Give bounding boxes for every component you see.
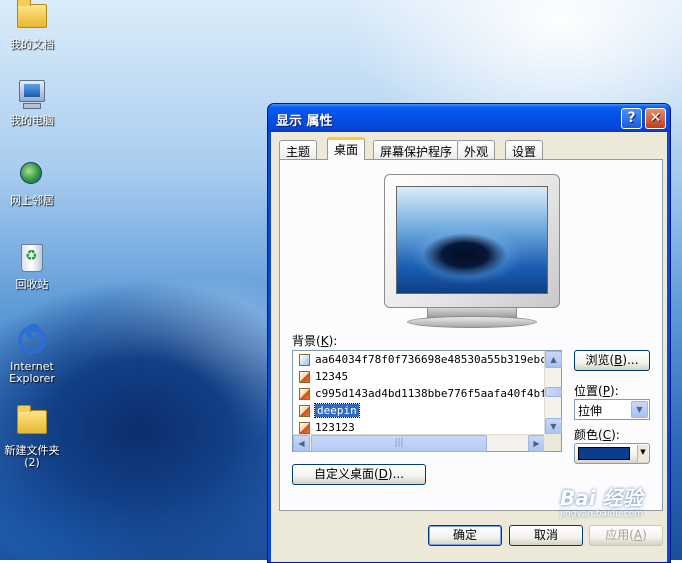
- scroll-up-icon[interactable]: ▲: [545, 351, 562, 368]
- display-properties-dialog: 显示 属性 ? ✕ 主题 桌面 屏幕保护程序 外观 设置 背景(K): aa64…: [267, 103, 671, 563]
- wallpaper-preview: [396, 186, 548, 294]
- network-places-icon: [16, 160, 48, 192]
- desktop-icon-new-folder[interactable]: 新建文件夹 (2): [0, 405, 64, 469]
- color-swatch: [578, 447, 630, 460]
- background-label: 背景(K):: [292, 334, 338, 348]
- apply-button[interactable]: 应用(A): [589, 525, 663, 546]
- ok-button[interactable]: 确定: [428, 525, 502, 546]
- position-select[interactable]: 拉伸 ▼: [574, 399, 650, 420]
- close-button[interactable]: ✕: [645, 108, 666, 129]
- desktop-icon-label: 网上邻居: [10, 194, 54, 207]
- color-picker-button[interactable]: ▼: [574, 443, 650, 464]
- browse-button[interactable]: 浏览(B)...: [574, 350, 650, 371]
- internet-explorer-icon: [16, 324, 48, 358]
- monitor-base: [407, 316, 537, 328]
- desktop-icon-my-computer[interactable]: 我的电脑: [0, 80, 64, 127]
- desktop-icon-label: 我的电脑: [10, 114, 54, 127]
- my-computer-icon: [16, 80, 48, 112]
- desktop-icon-my-documents[interactable]: 我的文档: [0, 0, 64, 51]
- list-item-selected[interactable]: deepin: [293, 402, 545, 419]
- folder-icon: [16, 405, 48, 442]
- vertical-scroll-thumb[interactable]: [545, 387, 562, 397]
- desktop-icon-network-places[interactable]: 网上邻居: [0, 160, 64, 207]
- image-file-icon: [299, 370, 310, 383]
- position-label: 位置(P):: [574, 384, 619, 398]
- customize-desktop-button[interactable]: 自定义桌面(D)...: [292, 464, 426, 485]
- horizontal-scroll-thumb[interactable]: |||: [311, 435, 487, 452]
- image-file-icon: [299, 421, 310, 434]
- bitmap-file-icon: [299, 353, 310, 366]
- desktop-icon-label: 回收站: [15, 278, 49, 291]
- monitor-preview: [384, 174, 560, 308]
- list-item[interactable]: c995d143ad4bd1138bbe776f5aafa40f4bfb057: [293, 385, 545, 402]
- tab-screensaver[interactable]: 屏幕保护程序: [373, 140, 460, 159]
- horizontal-scrollbar[interactable]: ◀ ||| ▶: [293, 434, 545, 452]
- tab-appearance[interactable]: 外观: [457, 140, 496, 159]
- image-file-icon: [299, 404, 310, 417]
- desktop-icon-label: 新建文件夹 (2): [4, 444, 60, 469]
- my-documents-icon: [16, 0, 48, 36]
- scrollbar-corner: [544, 434, 561, 451]
- tab-desktop[interactable]: 桌面: [327, 137, 366, 160]
- dialog-client: 主题 桌面 屏幕保护程序 外观 设置 背景(K): aa64034f78f0f7…: [271, 132, 667, 562]
- chevron-down-icon[interactable]: ▼: [631, 401, 648, 418]
- vertical-scrollbar[interactable]: ▲ ▼: [544, 351, 562, 435]
- list-item[interactable]: 12345: [293, 368, 545, 385]
- desktop-tab-panel: 背景(K): aa64034f78f0f736698e48530a55b319e…: [279, 159, 663, 511]
- tab-settings[interactable]: 设置: [505, 140, 544, 159]
- tab-themes[interactable]: 主题: [279, 140, 318, 159]
- desktop-icon-recycle-bin[interactable]: 回收站: [0, 242, 64, 291]
- list-item[interactable]: 123123: [293, 419, 545, 435]
- scroll-down-icon[interactable]: ▼: [545, 418, 562, 435]
- list-item[interactable]: aa64034f78f0f736698e48530a55b319ebc4130: [293, 351, 545, 368]
- scroll-right-icon[interactable]: ▶: [528, 435, 545, 452]
- cancel-button[interactable]: 取消: [509, 525, 583, 546]
- background-list: aa64034f78f0f736698e48530a55b319ebc4130 …: [293, 351, 545, 435]
- help-button[interactable]: ?: [621, 108, 642, 129]
- desktop-icon-label: Internet Explorer: [9, 360, 55, 385]
- image-file-icon: [299, 387, 310, 400]
- close-icon: ✕: [649, 110, 662, 126]
- scroll-left-icon[interactable]: ◀: [293, 435, 310, 452]
- desktop-icon-internet-explorer[interactable]: Internet Explorer: [0, 324, 64, 385]
- recycle-bin-icon: [16, 244, 48, 276]
- dialog-title: 显示 属性: [276, 114, 333, 129]
- help-icon: ?: [627, 110, 636, 126]
- background-listbox[interactable]: aa64034f78f0f736698e48530a55b319ebc4130 …: [292, 350, 562, 452]
- desktop-icon-label: 我的文档: [10, 38, 54, 51]
- chevron-down-icon: ▼: [637, 445, 648, 462]
- color-label: 颜色(C):: [574, 428, 620, 442]
- dialog-titlebar[interactable]: 显示 属性 ? ✕: [268, 104, 670, 132]
